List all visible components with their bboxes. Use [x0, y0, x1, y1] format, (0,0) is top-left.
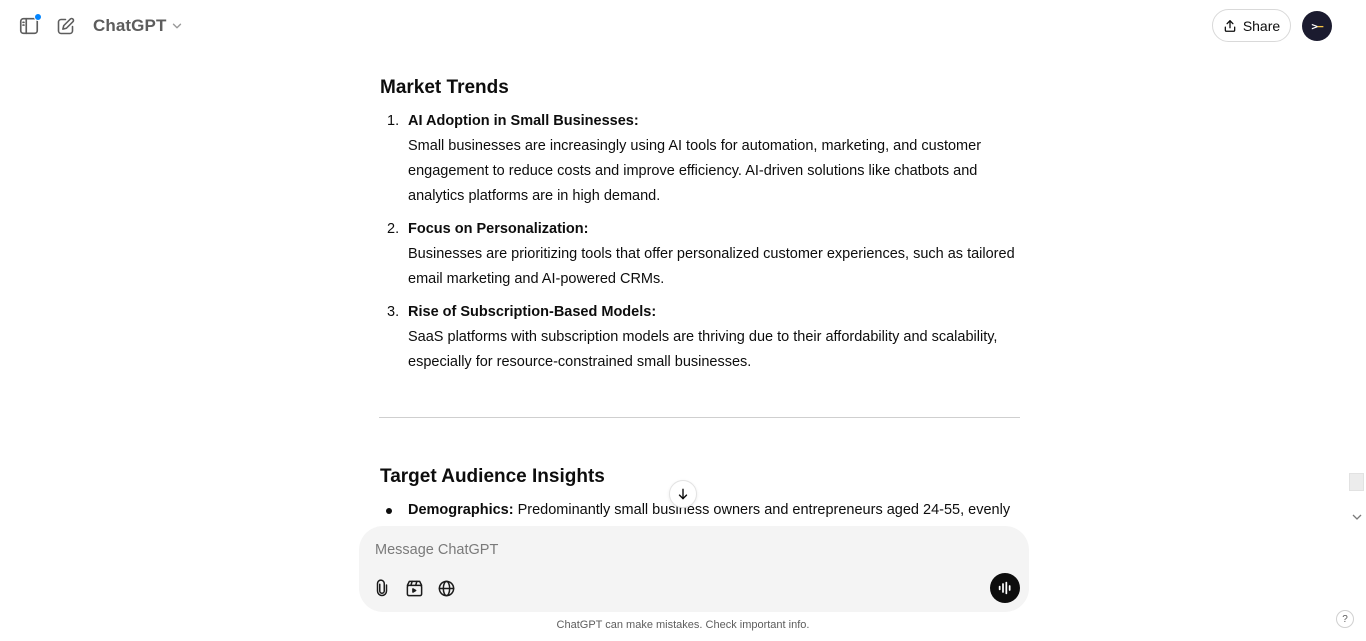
share-icon [1224, 19, 1236, 32]
message-composer [359, 526, 1029, 612]
scrollbar-track[interactable] [1350, 52, 1364, 522]
edit-icon [57, 17, 74, 34]
clapperboard-icon [406, 580, 422, 596]
globe-icon [438, 580, 454, 596]
new-chat-button[interactable] [51, 12, 79, 40]
list-number: 1. [387, 113, 400, 129]
attach-button[interactable] [369, 575, 395, 601]
list-number: 2. [387, 221, 400, 237]
chevron-down-icon [173, 23, 182, 29]
web-search-button[interactable] [433, 575, 459, 601]
list-item-line: SaaS platforms with subscription models … [408, 329, 998, 345]
top-bar: ChatGPT Share > − [0, 0, 1366, 52]
scroll-down-arrow-icon[interactable] [1352, 513, 1362, 521]
list-number: 3. [387, 304, 400, 320]
arrow-down-icon [678, 488, 688, 500]
market-trends-heading: Market Trends [380, 77, 509, 98]
canvas-button[interactable] [401, 575, 427, 601]
avatar-text-accent: − [1317, 19, 1324, 33]
message-input[interactable] [375, 538, 995, 562]
list-item-title: Focus on Personalization: [408, 221, 589, 237]
scrollbar-thumb[interactable] [1349, 473, 1364, 491]
section-divider [379, 417, 1020, 418]
bullet-text: Predominantly small business owners and … [513, 502, 1011, 518]
list-item-line: especially for resource-constrained smal… [408, 354, 752, 370]
help-button[interactable]: ? [1336, 610, 1354, 628]
paperclip-icon [376, 579, 388, 597]
sidebar-toggle-button[interactable] [15, 12, 43, 40]
bullet-label: Demographics: [408, 502, 514, 518]
audio-waveform-icon [998, 581, 1011, 595]
notification-dot [34, 13, 42, 21]
list-item-line: analytics platforms are in high demand. [408, 188, 661, 204]
list-item-title: AI Adoption in Small Businesses: [408, 113, 639, 129]
list-item-line: Businesses are prioritizing tools that o… [408, 246, 1015, 262]
list-item-title: Rise of Subscription-Based Models: [408, 304, 657, 320]
share-label: Share [1242, 17, 1281, 34]
model-switcher[interactable]: ChatGPT [85, 10, 192, 42]
list-item-line: Small businesses are increasingly using … [408, 138, 982, 154]
user-avatar[interactable]: > − [1302, 11, 1332, 41]
voice-mode-button[interactable] [990, 573, 1020, 603]
scroll-to-bottom-button[interactable] [669, 480, 697, 508]
model-name: ChatGPT [93, 16, 167, 35]
list-item-line: email marketing and AI-powered CRMs. [408, 271, 665, 287]
list-item-line: engagement to reduce costs and improve e… [408, 163, 978, 179]
target-audience-heading: Target Audience Insights [380, 466, 605, 487]
share-button[interactable]: Share [1212, 9, 1291, 42]
disclaimer-text: ChatGPT can make mistakes. Check importa… [556, 619, 810, 631]
bullet-icon [386, 508, 392, 514]
